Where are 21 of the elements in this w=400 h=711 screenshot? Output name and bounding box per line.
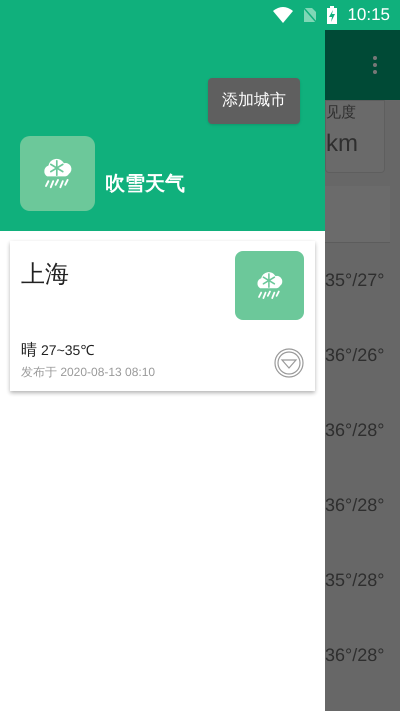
forecast-temps: 35°/27° xyxy=(325,269,384,292)
wifi-icon xyxy=(273,7,294,23)
weather-condition: 晴 xyxy=(21,340,37,361)
publish-time: 发布于 2020-08-13 08:10 xyxy=(21,364,156,381)
forecast-temps: 35°/28° xyxy=(325,569,384,592)
expand-icon[interactable] xyxy=(274,348,304,378)
forecast-temps: 36°/28° xyxy=(325,494,384,517)
forecast-temps: 36°/28° xyxy=(325,419,384,442)
city-card[interactable]: 上海 晴 27~35℃ 发布于 2020-08-13 08:10 xyxy=(10,241,315,391)
card-value: km xyxy=(326,132,359,156)
app-name: 吹雪天气 xyxy=(105,172,185,197)
temperature-range: 27~35℃ xyxy=(41,341,94,360)
more-icon[interactable] xyxy=(372,55,378,75)
card-label: 见度 xyxy=(326,105,357,120)
no-sim-icon xyxy=(303,7,318,23)
city-name: 上海 xyxy=(21,260,69,290)
list-header-background xyxy=(325,186,390,243)
forecast-temps: 36°/26° xyxy=(325,344,384,367)
status-time: 10:15 xyxy=(347,4,390,26)
forecast-temps: 36°/28° xyxy=(325,644,384,667)
add-city-button[interactable]: 添加城市 xyxy=(208,78,300,124)
